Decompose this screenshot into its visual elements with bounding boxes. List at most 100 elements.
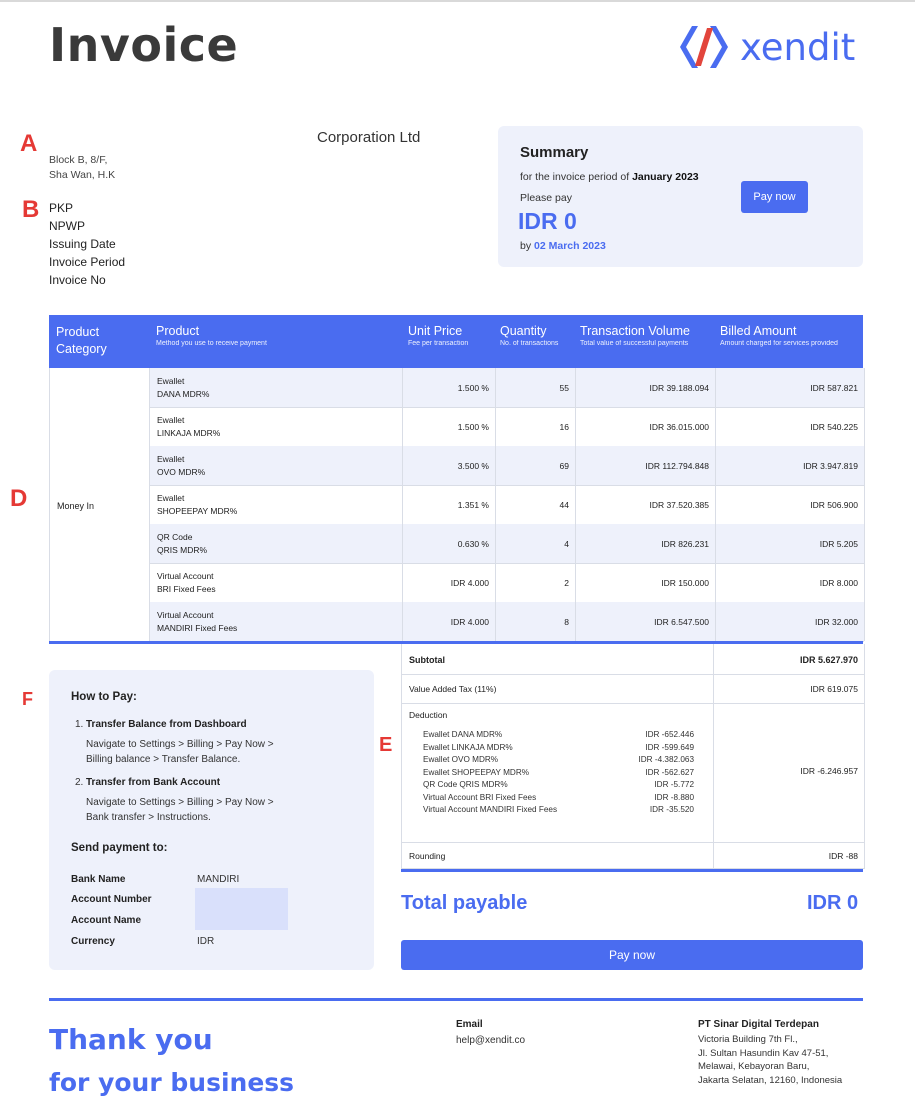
product-name: SHOPEEPAY MDR% (157, 505, 238, 516)
company-name: Corporation Ltd (317, 129, 421, 146)
address-line: Victoria Building 7th Fl., (698, 1034, 798, 1045)
billed-cell: IDR 32.000 (715, 602, 858, 641)
deduction-item-value: IDR -652.446 (645, 730, 694, 739)
step-1-number: 1. (75, 719, 84, 730)
footer-divider (49, 998, 863, 1001)
step-2-line: Bank transfer > Instructions. (86, 812, 211, 823)
quantity-cell: 16 (495, 407, 569, 446)
info-label-issuing-date: Issuing Date (49, 237, 116, 251)
xendit-logo-icon (680, 26, 728, 68)
brand-name: xendit (740, 25, 856, 69)
category-label: Money In (57, 501, 95, 511)
product-type: Virtual Account (157, 571, 214, 581)
step-1-title: Transfer Balance from Dashboard (86, 719, 247, 730)
quantity-cell: 8 (495, 602, 569, 641)
product-name: BRI Fixed Fees (157, 583, 216, 594)
billed-cell: IDR 3.947.819 (715, 446, 858, 485)
vat-label: Value Added Tax (11%) (409, 684, 497, 694)
total-payable-value: IDR 0 (807, 892, 859, 914)
pay-now-button-main[interactable]: Pay now (401, 940, 863, 970)
deduction-item-label: Ewallet LINKAJA MDR% (423, 742, 513, 752)
table-row: Virtual Account MANDIRI Fixed Fees IDR 4.0… (150, 602, 864, 642)
header-subtitle: No. of transactions (500, 340, 559, 347)
product-type: Ewallet (157, 415, 185, 425)
deduction-item-value: IDR -5.772 (654, 780, 694, 789)
table-row: Ewallet SHOPEEPAY MDR% 1.351 % 44 IDR 37.520… (150, 485, 864, 525)
summary-please-pay: Please pay (520, 192, 572, 204)
deduction-item-label: Virtual Account MANDIRI Fixed Fees (423, 805, 558, 814)
how-to-pay-title: How to Pay: (71, 691, 137, 703)
unit-price: 1.500 % (457, 382, 489, 393)
product-type: Ewallet (157, 376, 185, 386)
transaction-volume: IDR 37.520.385 (649, 499, 709, 510)
unit-price: IDR 4.000 (450, 577, 489, 588)
deduction-item-label: Ewallet SHOPEEPAY MDR% (423, 767, 530, 777)
footer-company-name: PT Sinar Digital Terdepan (698, 1019, 819, 1030)
product-name: MANDIRI Fixed Fees (157, 622, 238, 633)
email-label: Email (456, 1019, 483, 1030)
summary-due-prefix: by (520, 240, 535, 252)
thank-you-subheading: for your business (49, 1068, 295, 1097)
header-product-category: Product Category (56, 324, 146, 358)
info-label-npwp: NPWP (49, 219, 85, 233)
deduction-label: Deduction (409, 710, 448, 720)
header-unit-price: Unit Price Fee per transaction (408, 324, 493, 347)
rounding-value: IDR -88 (828, 851, 858, 861)
quantity: 2 (564, 577, 569, 588)
step-1-line: Navigate to Settings > Billing > Pay Now… (86, 739, 274, 750)
transaction-volume: IDR 6.547.500 (654, 616, 709, 627)
bank-name-value: MANDIRI (197, 874, 240, 885)
summary-period: for the invoice period of January 2023 (520, 171, 699, 183)
unit-price-cell: IDR 4.000 (402, 602, 489, 641)
header-subtitle: Total value of successful payments (580, 340, 689, 347)
quantity: 44 (559, 499, 569, 510)
deduction-item-label: Ewallet OVO MDR% (423, 755, 499, 764)
table-row: Ewallet OVO MDR% 3.500 % 69 IDR 112.794.848 I… (150, 446, 864, 486)
billed-amount: IDR 506.900 (810, 499, 858, 510)
product-type: Ewallet (157, 493, 185, 503)
product-name: OVO MDR% (157, 466, 206, 477)
unit-price-cell: 1.500 % (402, 368, 489, 407)
unit-price: 3.500 % (457, 460, 489, 471)
send-payment-title: Send payment to: (71, 842, 168, 854)
currency-label: Currency (71, 936, 115, 947)
quantity: 4 (564, 538, 569, 549)
volume-cell: IDR 39.188.094 (575, 368, 709, 407)
invoice-info-labels: PKP NPWP Issuing Date Invoice Period Inv… (49, 199, 125, 289)
footer-company-address: Victoria Building 7th Fl., Jl. Sultan Ha… (698, 1033, 842, 1087)
header-title: Product (156, 324, 200, 338)
deduction-item-label: Ewallet DANA MDR% (423, 730, 503, 739)
header-title: Billed Amount (720, 324, 797, 338)
product-name: QRIS MDR% (157, 544, 208, 555)
total-payable-label: Total payable (401, 892, 528, 914)
table-row: Ewallet LINKAJA MDR% 1.500 % 16 IDR 36.015.0… (150, 407, 864, 447)
address-line: Block B, 8/F, (49, 154, 108, 166)
header-title: Transaction Volume (580, 324, 691, 338)
marker-f: F (22, 689, 33, 709)
billed-amount: IDR 3.947.819 (803, 460, 858, 471)
deduction-row: Deduction IDR -6.246.957 Ewallet DANA MD… (401, 704, 865, 843)
billed-amount: IDR 32.000 (815, 616, 858, 627)
deduction-item-value: IDR -562.627 (645, 767, 694, 777)
billed-amount: IDR 540.225 (810, 421, 858, 432)
deduction-item-value: IDR -8.880 (654, 792, 694, 802)
billed-amount: IDR 5.205 (819, 538, 858, 549)
email-link[interactable]: help@xendit.co (456, 1035, 525, 1046)
billed-cell: IDR 540.225 (715, 407, 858, 446)
marker-d: D (10, 485, 28, 512)
vat-value: IDR 619.075 (810, 684, 858, 694)
column-divider (713, 704, 714, 842)
volume-cell: IDR 150.000 (575, 563, 709, 602)
unit-price-cell: IDR 4.000 (402, 563, 489, 602)
product-type: Ewallet (157, 454, 185, 464)
header-title: Quantity (500, 324, 547, 338)
volume-cell: IDR 112.794.848 (575, 446, 709, 485)
column-divider (713, 644, 714, 674)
product-name: DANA MDR% (157, 388, 210, 399)
quantity: 69 (559, 460, 569, 471)
column-divider (713, 675, 714, 703)
table-row: Ewallet DANA MDR% 1.500 % 55 IDR 39.188.094 I… (150, 368, 864, 408)
pay-now-button[interactable]: Pay now (741, 181, 808, 213)
header-billed-amount: Billed Amount Amount charged for service… (720, 324, 860, 347)
billed-amount: IDR 8.000 (819, 577, 858, 588)
